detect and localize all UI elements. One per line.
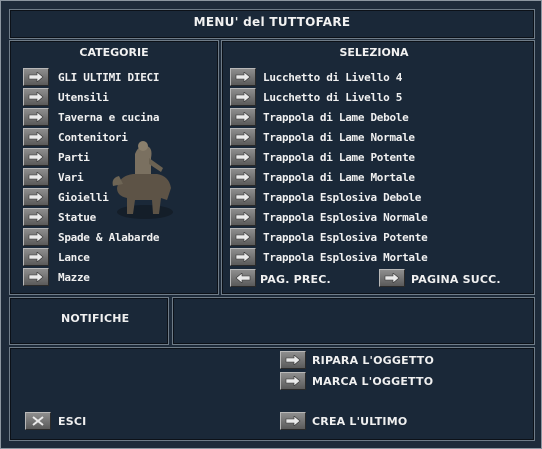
arrow-right-icon — [235, 252, 251, 262]
repair-item-button[interactable] — [280, 351, 306, 369]
category-item-label: Utensili — [58, 91, 109, 104]
arrow-right-icon — [28, 212, 44, 222]
notifications-label: NOTIFICHE — [61, 312, 130, 325]
selection-item-button[interactable] — [230, 248, 256, 266]
selection-item-label: Trappola Esplosiva Debole — [263, 191, 422, 204]
arrow-right-icon — [28, 232, 44, 242]
selection-item-button[interactable] — [230, 148, 256, 166]
notifications-text-panel — [172, 297, 535, 345]
selection-item-label: Trappola Esplosiva Normale — [263, 211, 428, 224]
arrow-left-icon — [235, 273, 251, 283]
exit-label: ESCI — [58, 415, 87, 428]
arrow-right-icon — [285, 376, 301, 386]
selection-item-label: Trappola di Lame Debole — [263, 111, 409, 124]
selection-item-button[interactable] — [230, 188, 256, 206]
category-item-label: Mazze — [58, 271, 90, 284]
make-last-button[interactable] — [280, 412, 306, 430]
arrow-right-icon — [235, 212, 251, 222]
arrow-right-icon — [235, 192, 251, 202]
arrow-right-icon — [235, 112, 251, 122]
arrow-right-icon — [235, 172, 251, 182]
selection-item-label: Lucchetto di Livello 5 — [263, 91, 403, 104]
arrow-right-icon — [28, 252, 44, 262]
arrow-right-icon — [28, 192, 44, 202]
selection-item-button[interactable] — [230, 168, 256, 186]
selection-item-label: Trappola di Lame Normale — [263, 131, 415, 144]
category-item-label: Lance — [58, 251, 90, 264]
previous-page-button[interactable] — [230, 269, 256, 287]
selection-item-label: Trappola di Lame Potente — [263, 151, 415, 164]
category-item-label: Statue — [58, 211, 96, 224]
categories-header: CATEGORIE — [79, 46, 149, 59]
arrow-right-icon — [28, 272, 44, 282]
category-item-label: GLI ULTIMI DIECI — [58, 71, 160, 84]
crafting-window: MENU' del TUTTOFARE CATEGORIE SELEZIONA … — [0, 0, 542, 449]
selection-item-label: Trappola Esplosiva Mortale — [263, 251, 428, 264]
arrow-right-icon — [235, 92, 251, 102]
selection-item-button[interactable] — [230, 68, 256, 86]
category-item-button[interactable] — [23, 228, 49, 246]
arrow-right-icon — [235, 232, 251, 242]
selection-item-button[interactable] — [230, 88, 256, 106]
window-title: MENU' del TUTTOFARE — [193, 15, 351, 29]
next-page-label: PAGINA SUCC. — [411, 273, 501, 286]
category-item-label: Taverna e cucina — [58, 111, 160, 124]
category-item-button[interactable] — [23, 108, 49, 126]
selection-item-button[interactable] — [230, 128, 256, 146]
arrow-right-icon — [235, 132, 251, 142]
next-page-button[interactable] — [379, 269, 405, 287]
arrow-right-icon — [235, 72, 251, 82]
category-item-button[interactable] — [23, 248, 49, 266]
arrow-right-icon — [384, 273, 400, 283]
selection-item-label: Trappola Esplosiva Potente — [263, 231, 428, 244]
mount-figure-image — [112, 141, 173, 219]
category-item-label: Contenitori — [58, 131, 128, 144]
mark-item-button[interactable] — [280, 372, 306, 390]
category-item-button[interactable] — [23, 88, 49, 106]
arrow-right-icon — [285, 416, 301, 426]
repair-item-label: RIPARA L'OGGETTO — [312, 354, 435, 367]
selection-item-label: Lucchetto di Livello 4 — [263, 71, 403, 84]
selection-item-button[interactable] — [230, 108, 256, 126]
mark-item-label: MARCA L'OGGETTO — [312, 375, 434, 388]
exit-button[interactable] — [25, 412, 51, 430]
arrow-right-icon — [235, 152, 251, 162]
category-item-label: Parti — [58, 151, 90, 164]
arrow-right-icon — [28, 92, 44, 102]
category-item-button[interactable] — [23, 188, 49, 206]
arrow-right-icon — [28, 112, 44, 122]
category-item-button[interactable] — [23, 168, 49, 186]
category-item-button[interactable] — [23, 128, 49, 146]
category-item-button[interactable] — [23, 148, 49, 166]
category-item-button[interactable] — [23, 268, 49, 286]
x-icon — [32, 416, 44, 426]
selection-item-button[interactable] — [230, 208, 256, 226]
category-item-button[interactable] — [23, 208, 49, 226]
category-item-label: Spade & Alabarde — [58, 231, 160, 244]
arrow-right-icon — [28, 172, 44, 182]
previous-page-label: PAG. PREC. — [260, 273, 331, 286]
make-last-label: CREA L'ULTIMO — [312, 415, 408, 428]
selection-header: SELEZIONA — [339, 46, 409, 59]
selection-item-label: Trappola di Lame Mortale — [263, 171, 415, 184]
category-item-label: Gioielli — [58, 191, 109, 204]
category-item-button[interactable] — [23, 68, 49, 86]
arrow-right-icon — [285, 355, 301, 365]
actions-panel — [9, 347, 535, 441]
category-item-label: Vari — [58, 171, 84, 184]
arrow-right-icon — [28, 132, 44, 142]
arrow-right-icon — [28, 152, 44, 162]
selection-item-button[interactable] — [230, 228, 256, 246]
arrow-right-icon — [28, 72, 44, 82]
